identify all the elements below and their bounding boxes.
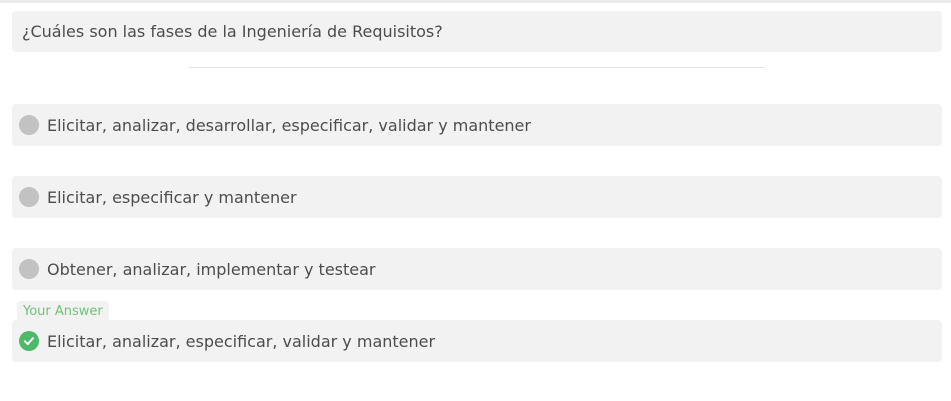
radio-circle-icon [19,259,39,279]
answer-option-label: Elicitar, analizar, especificar, validar… [47,331,436,351]
check-circle-icon [19,331,39,351]
answer-option-3[interactable]: Obtener, analizar, implementar y testear [12,248,942,290]
answer-option-1[interactable]: Elicitar, analizar, desarrollar, especif… [12,104,942,146]
answer-option-2[interactable]: Elicitar, especificar y mantener [12,176,942,218]
radio-circle-icon [19,187,39,207]
answer-option-label: Elicitar, analizar, desarrollar, especif… [47,115,531,135]
answer-option-4[interactable]: Elicitar, analizar, especificar, validar… [12,320,942,362]
question-text: ¿Cuáles son las fases de la Ingeniería d… [22,22,443,41]
your-answer-label: Your Answer [23,303,103,319]
your-answer-tag: Your Answer [17,301,109,321]
question-box: ¿Cuáles son las fases de la Ingeniería d… [12,11,942,52]
answer-option-label: Elicitar, especificar y mantener [47,187,297,207]
answer-option-label: Obtener, analizar, implementar y testear [47,259,376,279]
top-border [0,0,951,3]
radio-circle-icon [19,115,39,135]
divider [189,67,764,68]
